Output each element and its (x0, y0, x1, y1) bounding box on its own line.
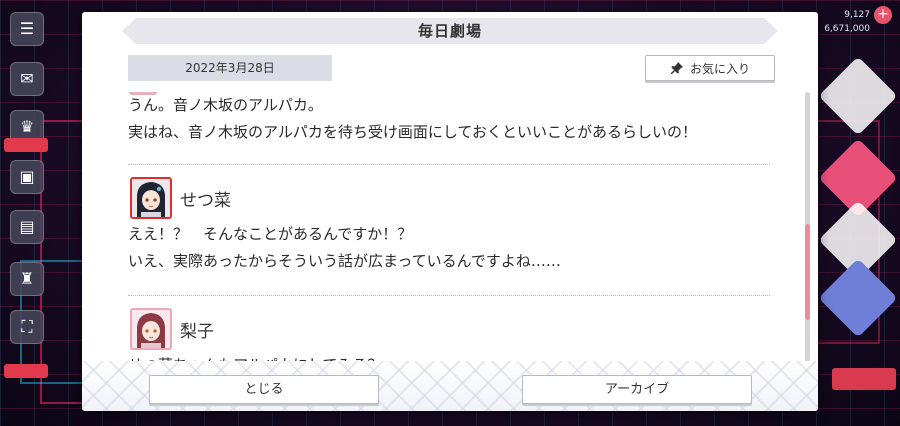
dialogue-log[interactable]: うん。音ノ木坂のアルパカ。 実はね、音ノ木坂のアルパカを待ち受け画面にしておくと… (128, 92, 770, 375)
trophy-icon[interactable]: ♜ (10, 262, 44, 296)
stat-2: 6,671,000 (824, 24, 870, 34)
dialogue-entry: せつ菜 ええ！？ そんなことがあるんですか！？ いえ、実際あったからそういう話が… (128, 175, 770, 296)
close-button[interactable]: とじる (149, 375, 379, 404)
date-label: 2022年3月28日 (128, 55, 332, 81)
dialogue-line: うん。音ノ木坂のアルパカ。 (128, 96, 323, 114)
speaker-name: せつ菜 (180, 190, 231, 211)
character-portrait (132, 179, 170, 217)
dialogue-line: ええ！？ そんなことがあるんですか！？ (128, 225, 413, 243)
chat-icon[interactable]: ✉ (10, 62, 44, 96)
add-currency-button[interactable]: + (874, 6, 892, 24)
menu-tile[interactable] (818, 258, 898, 338)
pin-icon (670, 62, 683, 74)
favorite-button[interactable]: お気に入り (645, 55, 775, 81)
left-sidebar: ☰ ✉ ♛ ▣ ▤ ♜ ⛶ (0, 0, 52, 426)
character-portrait (132, 310, 170, 348)
dialogue-line: 実はね、音ノ木坂のアルパカを待ち受け画面にしておくといいことがあるらしいの！ (128, 123, 697, 141)
modal-title: 毎日劇場 (122, 18, 778, 44)
archive-button[interactable]: アーカイブ (522, 375, 752, 404)
present-icon[interactable]: ▣ (10, 160, 44, 194)
scrollbar-track[interactable] (805, 92, 810, 366)
speaker-header: せつ菜 (128, 175, 770, 221)
avatar-edge (129, 92, 157, 95)
daily-theater-modal: 毎日劇場 2022年3月28日 お気に入り うん。音ノ木坂のアルパカ。 実はね、… (82, 12, 818, 411)
speaker-header: 梨子 (128, 306, 770, 352)
favorite-label: お気に入り (689, 61, 750, 76)
event-tag (4, 138, 48, 152)
setsuna-avatar (130, 177, 172, 219)
speaker-name: 梨子 (180, 321, 214, 342)
right-sidebar: + 9,127 6,671,000 (816, 0, 900, 426)
stat-1: 9,127 (844, 10, 870, 20)
dialogue-line: いえ、実際あったからそういう話が広まっているんですよね…… (128, 252, 561, 270)
riko-avatar (130, 308, 172, 350)
menu-tile[interactable] (818, 56, 898, 136)
notice-icon[interactable]: ▤ (10, 210, 44, 244)
scrollbar-thumb[interactable] (805, 224, 810, 320)
event-tag[interactable] (832, 368, 896, 390)
expand-icon[interactable]: ⛶ (10, 310, 44, 344)
dialogue-entry: うん。音ノ木坂のアルパカ。 実はね、音ノ木坂のアルパカを待ち受け画面にしておくと… (128, 92, 770, 165)
item-tag (4, 364, 48, 378)
menu-icon[interactable]: ☰ (10, 12, 44, 46)
